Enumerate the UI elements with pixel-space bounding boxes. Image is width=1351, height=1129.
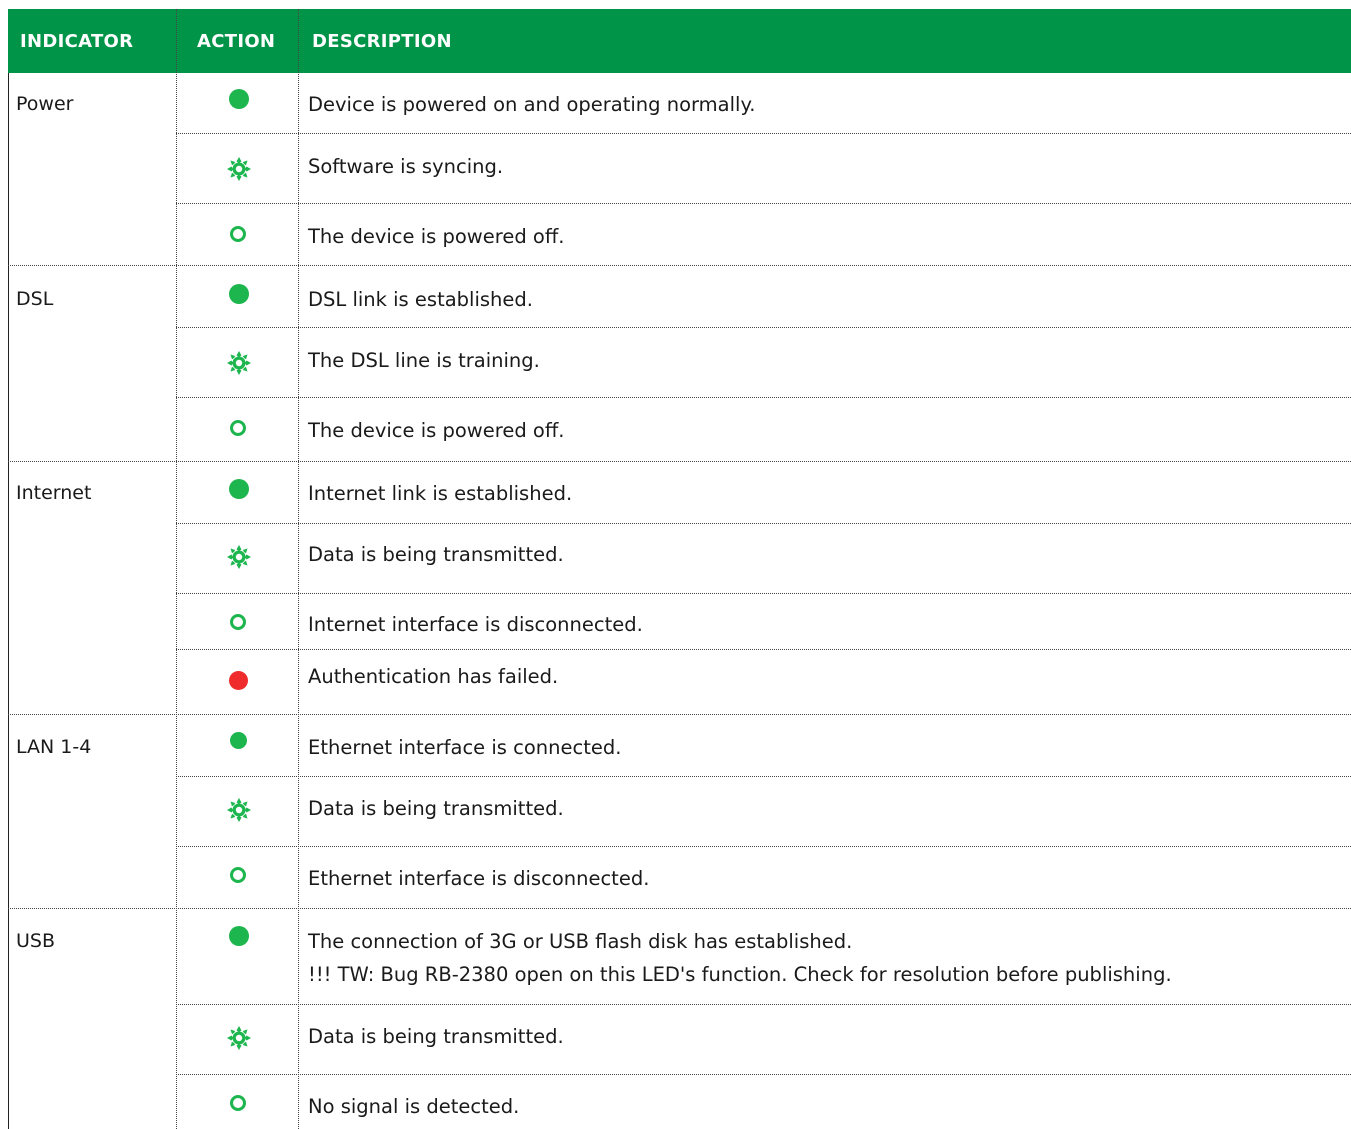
header-indicator: INDICATOR	[20, 31, 134, 52]
indicator-usb: USB	[16, 930, 56, 952]
row-divider	[176, 1004, 1351, 1005]
row-divider	[176, 1074, 1351, 1075]
row-divider	[176, 846, 1351, 847]
description-text: The DSL line is training.	[308, 349, 540, 372]
table-header: INDICATOR ACTION DESCRIPTION	[8, 9, 1351, 73]
hollow-green-circle-icon	[230, 226, 246, 242]
description-text: Ethernet interface is disconnected.	[308, 867, 650, 890]
solid-green-dot-icon	[229, 926, 249, 946]
description-text: Internet interface is disconnected.	[308, 613, 643, 636]
description-text: The device is powered off.	[308, 419, 565, 442]
column-divider-indicator	[176, 9, 177, 1129]
group-divider	[8, 714, 1351, 715]
row-divider	[176, 649, 1351, 650]
description-text: DSL link is established.	[308, 288, 533, 311]
solid-green-dot-icon	[230, 732, 247, 749]
indicator-lan: LAN 1-4	[16, 736, 92, 758]
hollow-green-circle-icon	[230, 420, 246, 436]
description-text: Device is powered on and operating norma…	[308, 93, 756, 116]
solid-green-dot-icon	[229, 479, 249, 499]
description-text: The connection of 3G or USB flash disk h…	[308, 930, 853, 953]
indicator-power: Power	[16, 93, 74, 115]
hollow-green-circle-icon	[230, 614, 246, 630]
description-text: Software is syncing.	[308, 155, 504, 178]
row-divider	[176, 203, 1351, 204]
solid-red-dot-icon	[229, 671, 248, 690]
blinking-green-led-icon	[227, 798, 251, 822]
hollow-green-circle-icon	[230, 1095, 246, 1111]
header-description: DESCRIPTION	[312, 31, 452, 52]
description-text: Data is being transmitted.	[308, 797, 564, 820]
blinking-green-led-icon	[227, 545, 251, 569]
row-divider	[176, 593, 1351, 594]
row-divider	[176, 327, 1351, 328]
led-indicator-table: INDICATOR ACTION DESCRIPTION Power DSL I…	[8, 9, 1351, 1129]
solid-green-dot-icon	[229, 89, 249, 109]
row-divider	[176, 397, 1351, 398]
hollow-green-circle-icon	[230, 867, 246, 883]
solid-green-dot-icon	[229, 284, 249, 304]
description-block: The connection of 3G or USB flash disk h…	[308, 930, 1172, 986]
header-action: ACTION	[197, 31, 276, 52]
blinking-green-led-icon	[227, 351, 251, 375]
group-divider	[8, 908, 1351, 909]
description-text: The device is powered off.	[308, 225, 565, 248]
group-divider	[8, 265, 1351, 266]
indicator-dsl: DSL	[16, 288, 54, 310]
table-left-border	[8, 73, 9, 1129]
description-text: Internet link is established.	[308, 482, 573, 505]
blinking-green-led-icon	[227, 157, 251, 181]
description-text: Data is being transmitted.	[308, 1025, 564, 1048]
blinking-green-led-icon	[227, 1026, 251, 1050]
description-text: Ethernet interface is connected.	[308, 736, 622, 759]
row-divider	[176, 523, 1351, 524]
description-text: Authentication has failed.	[308, 665, 559, 688]
editor-note: !!! TW: Bug RB-2380 open on this LED's f…	[308, 963, 1172, 986]
description-text: No signal is detected.	[308, 1095, 520, 1118]
description-text: Data is being transmitted.	[308, 543, 564, 566]
indicator-internet: Internet	[16, 482, 92, 504]
column-divider-action	[298, 9, 299, 1129]
row-divider	[176, 133, 1351, 134]
row-divider	[176, 776, 1351, 777]
group-divider	[8, 461, 1351, 462]
